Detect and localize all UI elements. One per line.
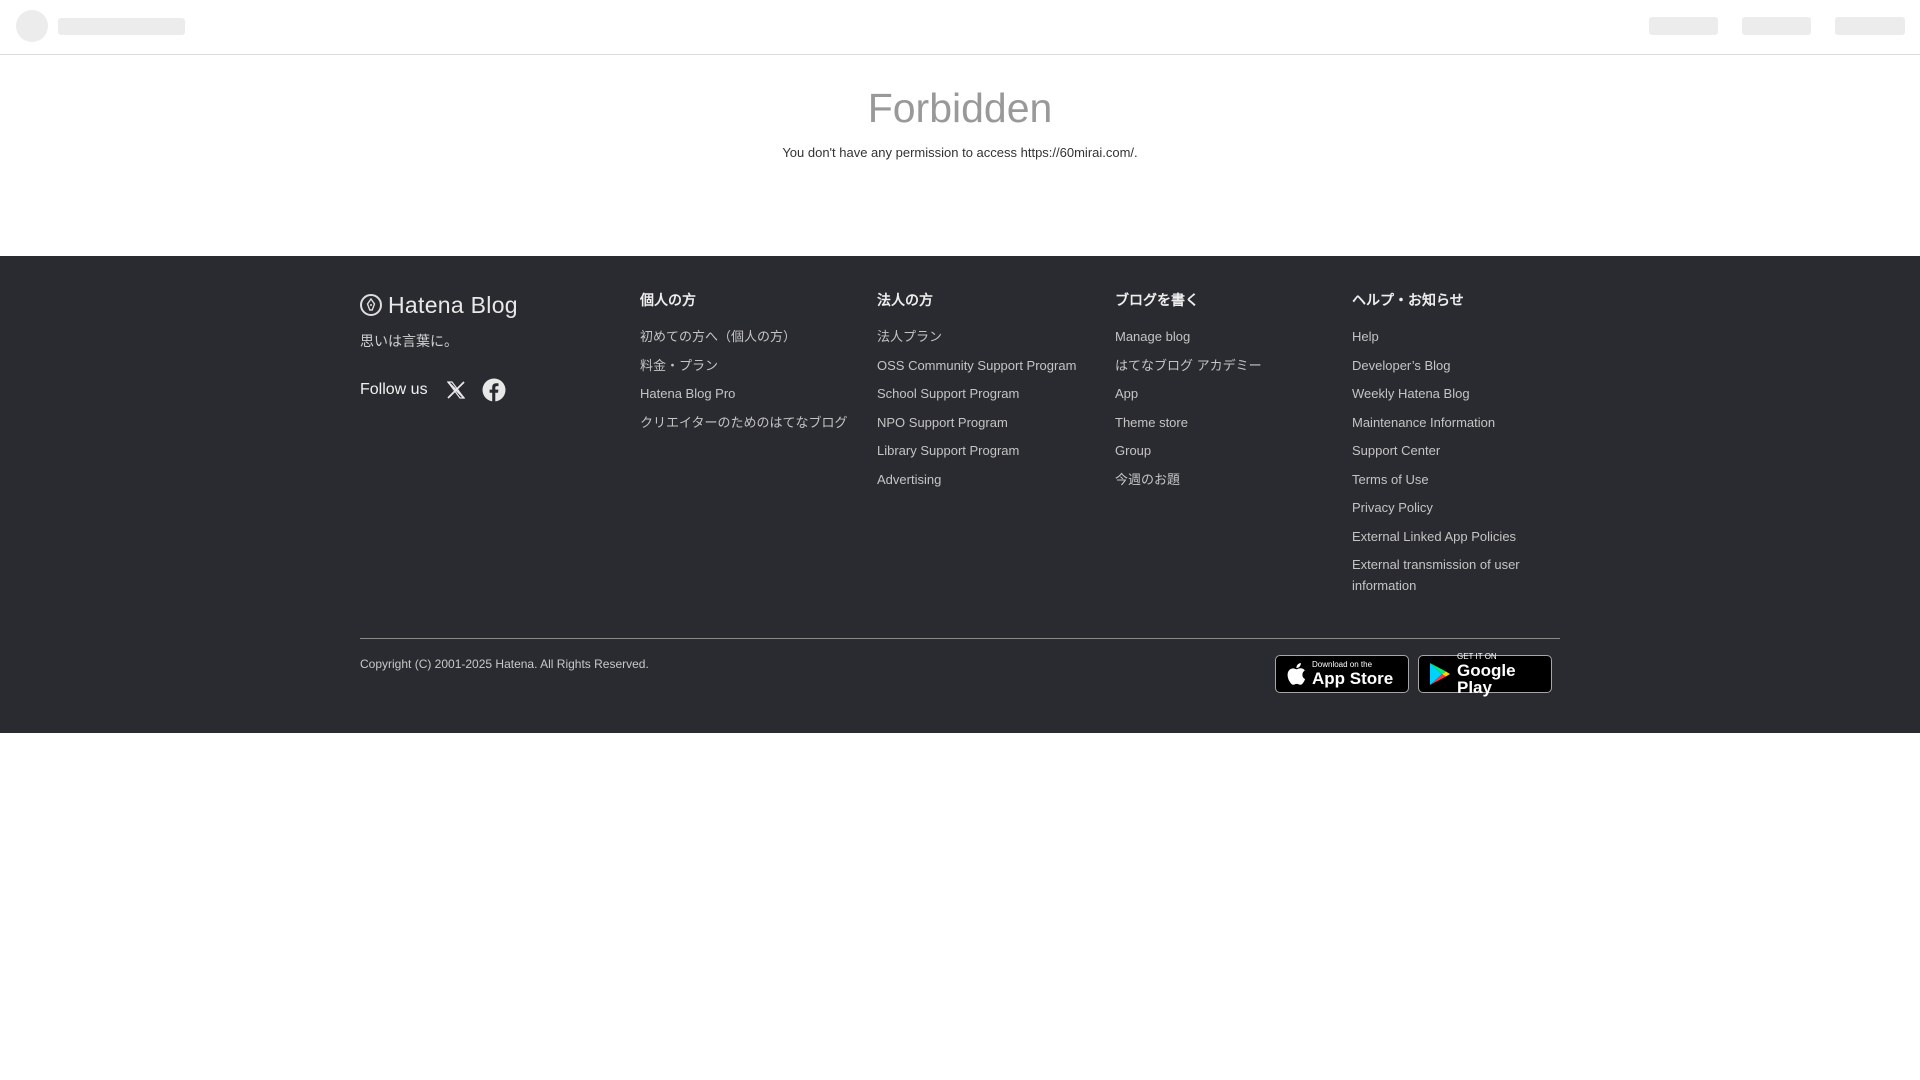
error-section: Forbidden You don't have any permission … xyxy=(0,56,1920,160)
pen-nib-icon xyxy=(360,294,382,316)
footer-link[interactable]: External transmission of user informatio… xyxy=(1352,554,1562,596)
footer-link[interactable]: External Linked App Policies xyxy=(1352,526,1562,547)
footer-link[interactable]: クリエイターのためのはてなブログ xyxy=(640,412,850,433)
footer-column-business: 法人の方 法人プラン OSS Community Support Program… xyxy=(877,292,1087,497)
footer-link[interactable]: Help xyxy=(1352,326,1562,347)
tagline: 思いは言葉に。 xyxy=(360,333,458,349)
footer-column-write-blog: ブログを書く Manage blog はてなブログ アカデミー App Them… xyxy=(1115,292,1325,497)
footer-link[interactable]: Maintenance Information xyxy=(1352,412,1562,433)
google-play-badge[interactable]: GET IT ON Google Play xyxy=(1418,651,1552,697)
column-heading: 法人の方 xyxy=(877,292,933,308)
footer-link[interactable]: Developer’s Blog xyxy=(1352,355,1562,376)
google-play-small-text: GET IT ON xyxy=(1457,651,1497,661)
error-title: Forbidden xyxy=(867,85,1053,131)
footer-link[interactable]: School Support Program xyxy=(877,383,1087,404)
footer-link[interactable]: Theme store xyxy=(1115,412,1325,433)
header-button-placeholder-2 xyxy=(1742,17,1811,35)
footer-link[interactable]: Group xyxy=(1115,440,1325,461)
footer-link[interactable]: 初めての方へ（個人の方） xyxy=(640,326,850,347)
top-header xyxy=(0,0,1920,55)
app-store-small-text: Download on the xyxy=(1312,660,1373,669)
footer-column-help: ヘルプ・お知らせ Help Developer’s Blog Weekly Ha… xyxy=(1352,292,1562,604)
header-button-placeholder-1 xyxy=(1649,17,1718,35)
follow-label: Follow us xyxy=(360,381,428,398)
footer-link[interactable]: Advertising xyxy=(877,469,1087,490)
footer-link[interactable]: NPO Support Program xyxy=(877,412,1087,433)
app-store-badge[interactable]: Download on the App Store xyxy=(1275,655,1409,693)
header-button-placeholder-3 xyxy=(1835,17,1905,35)
footer-link[interactable]: Privacy Policy xyxy=(1352,497,1562,518)
x-icon[interactable] xyxy=(444,378,468,402)
site-footer: Hatena Blog 思いは言葉に。 Follow us 個人の方 初めての方… xyxy=(0,256,1920,733)
apple-icon xyxy=(1286,662,1306,686)
footer-link[interactable]: Library Support Program xyxy=(877,440,1087,461)
column-heading: 個人の方 xyxy=(640,292,696,308)
google-play-big-text: Google Play xyxy=(1457,660,1516,697)
footer-link[interactable]: 料金・プラン xyxy=(640,355,850,376)
footer-link[interactable]: Manage blog xyxy=(1115,326,1325,347)
app-store-big-text: App Store xyxy=(1312,669,1394,688)
logo-text: Hatena Blog xyxy=(388,291,518,318)
column-heading: ヘルプ・お知らせ xyxy=(1352,292,1464,308)
follow-us: Follow us xyxy=(360,378,610,402)
footer-link[interactable]: 今週のお題 xyxy=(1115,469,1325,490)
footer-link[interactable]: 法人プラン xyxy=(877,326,1087,347)
footer-link[interactable]: App xyxy=(1115,383,1325,404)
footer-brand: Hatena Blog 思いは言葉に。 Follow us xyxy=(360,292,610,402)
column-heading: ブログを書く xyxy=(1115,292,1199,308)
error-message: You don't have any permission to access … xyxy=(782,145,1138,160)
title-placeholder xyxy=(58,18,185,35)
footer-link[interactable]: Terms of Use xyxy=(1352,469,1562,490)
avatar-placeholder xyxy=(16,10,48,42)
footer-link[interactable]: Hatena Blog Pro xyxy=(640,383,850,404)
google-play-icon xyxy=(1429,662,1451,686)
hatena-blog-logo[interactable]: Hatena Blog xyxy=(360,292,610,318)
footer-inner: Hatena Blog 思いは言葉に。 Follow us 個人の方 初めての方… xyxy=(360,256,1560,733)
copyright: Copyright (C) 2001-2025 Hatena. All Righ… xyxy=(360,657,649,671)
footer-link[interactable]: Support Center xyxy=(1352,440,1562,461)
facebook-icon[interactable] xyxy=(482,378,506,402)
footer-link[interactable]: Weekly Hatena Blog xyxy=(1352,383,1562,404)
footer-divider xyxy=(360,638,1560,639)
footer-link[interactable]: OSS Community Support Program xyxy=(877,355,1087,376)
footer-link[interactable]: はてなブログ アカデミー xyxy=(1115,355,1325,376)
footer-column-personal: 個人の方 初めての方へ（個人の方） 料金・プラン Hatena Blog Pro… xyxy=(640,292,850,440)
